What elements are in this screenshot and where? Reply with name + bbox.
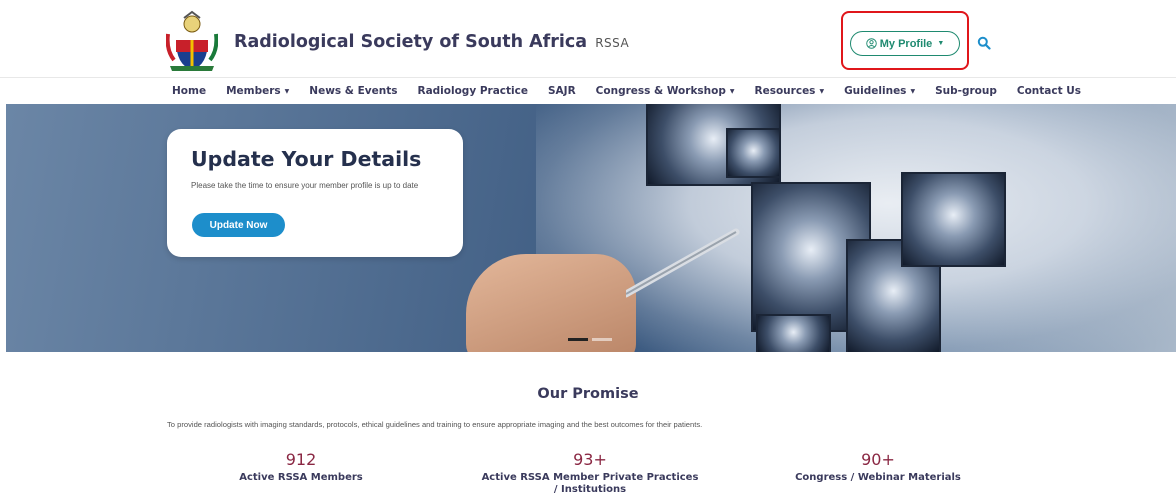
rssa-coat-of-arms-logo[interactable] <box>166 10 218 72</box>
nav-item-members[interactable]: Members ▼ <box>226 85 289 97</box>
nav-label: News & Events <box>309 85 398 97</box>
site-header: Radiological Society of South Africa RSS… <box>0 0 1176 78</box>
promise-heading: Our Promise <box>537 386 639 402</box>
stat-congress-materials: 90+ Congress / Webinar Materials <box>768 450 988 484</box>
nav-item-congress-workshop[interactable]: Congress & Workshop ▼ <box>596 85 735 97</box>
brand-name: Radiological Society of South Africa <box>234 32 588 52</box>
carousel-dot-1[interactable] <box>568 338 588 341</box>
nav-item-home[interactable]: Home <box>172 85 206 97</box>
caret-down-icon: ▼ <box>729 87 735 95</box>
carousel-indicators <box>568 338 616 341</box>
update-card-text: Please take the time to ensure your memb… <box>191 181 419 190</box>
nav-label: Resources <box>754 85 816 97</box>
update-now-button[interactable]: Update Now <box>192 213 285 237</box>
stat-active-members: 912 Active RSSA Members <box>191 450 411 484</box>
nav-item-radiology-practice[interactable]: Radiology Practice <box>418 85 528 97</box>
mri-scan-image <box>756 314 831 352</box>
nav-label: Guidelines <box>844 85 907 97</box>
update-details-card: Update Your Details Please take the time… <box>167 129 463 257</box>
nav-item-news-events[interactable]: News & Events <box>309 85 397 97</box>
stat-private-practices: 93+ Active RSSA Member Private Practices… <box>480 450 700 496</box>
stat-label: Active RSSA Members <box>239 472 363 483</box>
nav-label: Radiology Practice <box>417 85 528 97</box>
caret-down-icon: ▼ <box>819 87 825 95</box>
nav-item-sajr[interactable]: SAJR <box>548 85 576 97</box>
mri-scan-image <box>901 172 1006 267</box>
nav-label: Congress & Workshop <box>595 85 726 97</box>
search-icon[interactable] <box>977 36 991 50</box>
stat-number: 912 <box>285 450 317 469</box>
mri-scan-image <box>726 128 781 178</box>
stat-label: Active RSSA Member Private Practices / I… <box>481 472 699 495</box>
caret-down-icon: ▼ <box>284 87 290 95</box>
stat-number: 93+ <box>573 450 607 469</box>
carousel-dot-2[interactable] <box>592 338 612 341</box>
chevron-down-icon: ▼ <box>937 40 945 47</box>
nav-label: Sub-group <box>935 85 997 97</box>
nav-item-guidelines[interactable]: Guidelines ▼ <box>844 85 915 97</box>
nav-item-sub-group[interactable]: Sub-group <box>935 85 997 97</box>
nav-item-resources[interactable]: Resources ▼ <box>755 85 825 97</box>
nav-label: Contact Us <box>1016 85 1082 97</box>
update-card-title: Update Your Details <box>191 147 422 171</box>
nav-label: Members <box>226 85 281 97</box>
caret-down-icon: ▼ <box>910 87 916 95</box>
nav-label: Home <box>172 85 207 97</box>
stat-label: Congress / Webinar Materials <box>795 472 961 483</box>
my-profile-label: My Profile <box>879 37 933 50</box>
main-navigation: Home Members ▼ News & Events Radiology Pr… <box>172 78 1101 104</box>
stat-number: 90+ <box>861 450 895 469</box>
site-title[interactable]: Radiological Society of South Africa RSS… <box>234 32 629 52</box>
brand-abbreviation: RSSA <box>595 36 630 50</box>
promise-description: To provide radiologists with imaging sta… <box>167 420 703 429</box>
nav-item-contact-us[interactable]: Contact Us <box>1017 85 1081 97</box>
user-circle-icon <box>866 38 877 49</box>
nav-label: SAJR <box>547 85 576 97</box>
stylus-pen-image <box>626 228 740 298</box>
my-profile-button[interactable]: My Profile ▼ <box>850 31 960 56</box>
